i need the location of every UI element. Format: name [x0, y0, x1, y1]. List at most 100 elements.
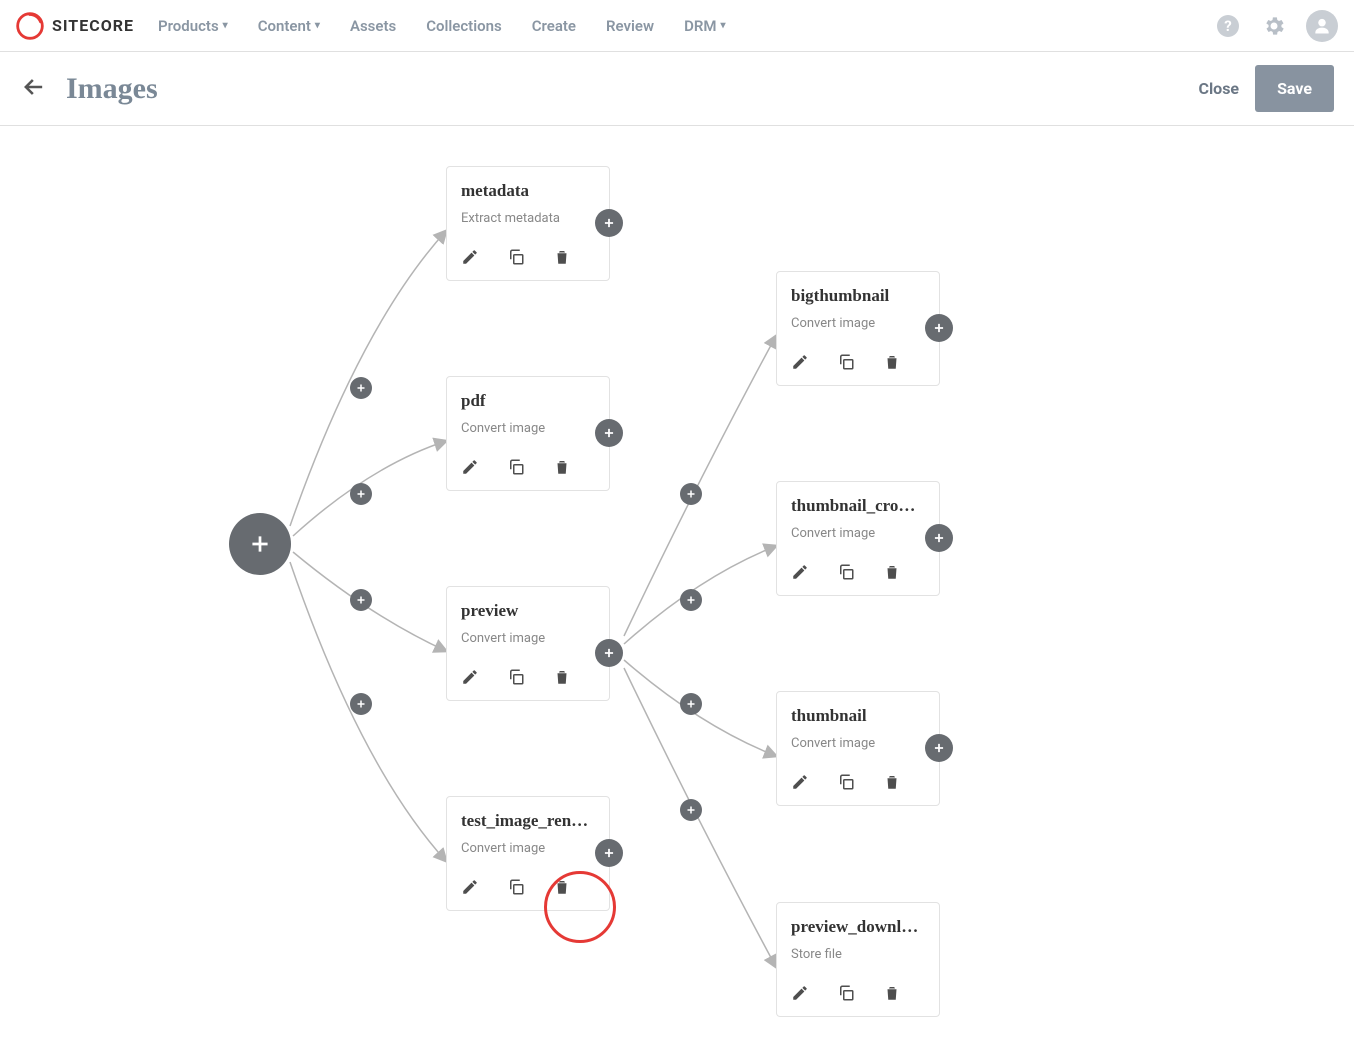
nav-review[interactable]: Review — [606, 17, 654, 35]
nav-products[interactable]: Products▾ — [158, 17, 228, 35]
edit-icon[interactable] — [791, 984, 809, 1006]
nav-content-label: Content — [258, 17, 311, 35]
edit-icon[interactable] — [461, 458, 479, 480]
delete-icon[interactable] — [883, 984, 901, 1006]
node-subtitle: Convert image — [461, 631, 595, 646]
edit-icon[interactable] — [791, 353, 809, 375]
node-title: preview — [461, 601, 595, 621]
node-preview[interactable]: preview Convert image — [446, 586, 610, 701]
node-actions — [461, 668, 595, 690]
node-title: thumbnail — [791, 706, 925, 726]
node-subtitle: Convert image — [791, 736, 925, 751]
sitecore-logo-icon — [16, 12, 44, 40]
copy-icon[interactable] — [507, 668, 525, 690]
brand-logo: SITECORE — [16, 12, 134, 40]
node-metadata[interactable]: metadata Extract metadata — [446, 166, 610, 281]
copy-icon[interactable] — [837, 563, 855, 585]
edge-add-button[interactable] — [350, 693, 372, 715]
node-add-child-button[interactable] — [595, 209, 623, 237]
nav-assets[interactable]: Assets — [350, 17, 396, 35]
delete-icon[interactable] — [553, 458, 571, 480]
nav-items: Products▾ Content ▾ Assets Collections Cr… — [158, 17, 726, 35]
node-subtitle: Extract metadata — [461, 211, 595, 226]
nav-drm-label: DRM — [684, 17, 716, 35]
nav-collections-label: Collections — [426, 17, 502, 35]
settings-icon[interactable] — [1260, 12, 1288, 40]
nav-collections[interactable]: Collections — [426, 17, 502, 35]
top-nav: SITECORE Products▾ Content ▾ Assets Colle… — [0, 0, 1354, 52]
node-actions — [461, 248, 595, 270]
help-icon[interactable]: ? — [1214, 12, 1242, 40]
node-pdf[interactable]: pdf Convert image — [446, 376, 610, 491]
copy-icon[interactable] — [837, 773, 855, 795]
nav-review-label: Review — [606, 17, 654, 35]
node-bigthumbnail[interactable]: bigthumbnail Convert image — [776, 271, 940, 386]
delete-icon[interactable] — [553, 878, 571, 900]
node-test-image-ren[interactable]: test_image_ren… Convert image — [446, 796, 610, 911]
root-add-node[interactable] — [229, 513, 291, 575]
delete-icon[interactable] — [883, 563, 901, 585]
delete-icon[interactable] — [883, 353, 901, 375]
delete-icon[interactable] — [883, 773, 901, 795]
node-actions — [461, 458, 595, 480]
caret-down-icon: ▾ — [223, 20, 228, 31]
copy-icon[interactable] — [837, 984, 855, 1006]
page-subheader: Images Close Save — [0, 52, 1354, 126]
delete-icon[interactable] — [553, 668, 571, 690]
copy-icon[interactable] — [507, 458, 525, 480]
node-add-child-button[interactable] — [925, 524, 953, 552]
copy-icon[interactable] — [837, 353, 855, 375]
node-add-child-button[interactable] — [925, 314, 953, 342]
edit-icon[interactable] — [461, 878, 479, 900]
caret-down-icon: ▾ — [315, 20, 320, 31]
save-button[interactable]: Save — [1255, 65, 1334, 112]
edge-add-button[interactable] — [680, 799, 702, 821]
edit-icon[interactable] — [791, 773, 809, 795]
delete-icon[interactable] — [553, 248, 571, 270]
node-title: pdf — [461, 391, 595, 411]
back-arrow-icon[interactable] — [20, 73, 48, 105]
nav-create[interactable]: Create — [532, 17, 576, 35]
edge-add-button[interactable] — [680, 483, 702, 505]
page-title: Images — [66, 72, 158, 106]
node-add-child-button[interactable] — [595, 639, 623, 667]
user-avatar[interactable] — [1306, 10, 1338, 42]
edge-add-button[interactable] — [350, 377, 372, 399]
caret-down-icon: ▾ — [721, 20, 726, 31]
node-actions — [791, 984, 925, 1006]
node-add-child-button[interactable] — [595, 419, 623, 447]
node-actions — [791, 773, 925, 795]
edge-add-button[interactable] — [680, 693, 702, 715]
node-subtitle: Store file — [791, 947, 925, 962]
node-subtitle: Convert image — [791, 526, 925, 541]
node-thumbnail-cro[interactable]: thumbnail_cro… Convert image — [776, 481, 940, 596]
node-title: thumbnail_cro… — [791, 496, 925, 516]
node-title: metadata — [461, 181, 595, 201]
copy-icon[interactable] — [507, 248, 525, 270]
edit-icon[interactable] — [461, 248, 479, 270]
edge-add-button[interactable] — [680, 589, 702, 611]
edit-icon[interactable] — [461, 668, 479, 690]
copy-icon[interactable] — [507, 878, 525, 900]
nav-assets-label: Assets — [350, 17, 396, 35]
node-actions — [791, 563, 925, 585]
node-add-child-button[interactable] — [925, 734, 953, 762]
flow-edges — [0, 126, 1354, 1056]
nav-drm[interactable]: DRM ▾ — [684, 17, 725, 35]
nav-create-label: Create — [532, 17, 576, 35]
node-preview-downl[interactable]: preview_downl… Store file — [776, 902, 940, 1017]
subheader-actions: Close Save — [1198, 65, 1334, 112]
node-actions — [461, 878, 595, 900]
nav-content[interactable]: Content ▾ — [258, 17, 320, 35]
node-actions — [791, 353, 925, 375]
node-subtitle: Convert image — [461, 421, 595, 436]
close-button[interactable]: Close — [1198, 79, 1239, 98]
brand-name: SITECORE — [52, 16, 134, 35]
node-thumbnail[interactable]: thumbnail Convert image — [776, 691, 940, 806]
node-title: bigthumbnail — [791, 286, 925, 306]
node-add-child-button[interactable] — [595, 839, 623, 867]
edit-icon[interactable] — [791, 563, 809, 585]
node-subtitle: Convert image — [791, 316, 925, 331]
edge-add-button[interactable] — [350, 483, 372, 505]
edge-add-button[interactable] — [350, 589, 372, 611]
